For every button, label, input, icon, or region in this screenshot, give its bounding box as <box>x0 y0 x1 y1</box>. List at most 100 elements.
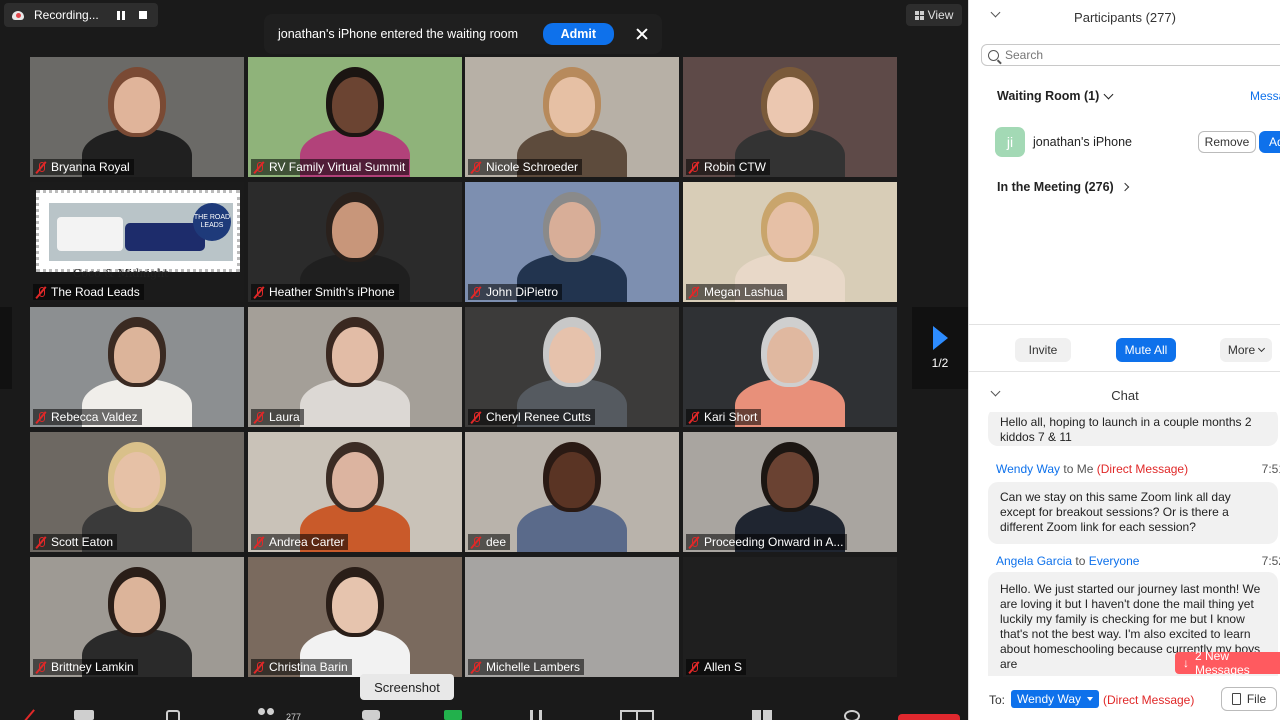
stop-recording-button[interactable] <box>134 7 152 23</box>
video-tile[interactable]: Laura <box>248 307 462 427</box>
video-tile[interactable]: John DiPietro <box>465 182 679 302</box>
share-screen-icon[interactable] <box>444 710 462 720</box>
participant-name-tag: Heather Smith's iPhone <box>251 284 399 300</box>
participants-count: 277 <box>286 712 302 720</box>
participant-name-tag: Robin CTW <box>686 159 771 175</box>
more-button[interactable]: More <box>1220 338 1272 362</box>
video-tile[interactable]: Rebecca Valdez <box>30 307 244 427</box>
participant-face <box>549 202 595 258</box>
participant-name: Proceeding Onward in A... <box>704 535 844 549</box>
participant-name-tag: Cheryl Renee Cutts <box>468 409 595 425</box>
video-tile[interactable]: Megan Lashua <box>683 182 897 302</box>
chat-icon[interactable] <box>362 710 380 720</box>
breakout-rooms-icon[interactable] <box>752 710 772 720</box>
video-tile[interactable]: Andrea Carter <box>248 432 462 552</box>
participant-face <box>549 452 595 508</box>
muted-mic-icon <box>470 661 482 674</box>
recording-label: Recording... <box>34 8 99 22</box>
recipient-select[interactable]: Wendy Way <box>1011 690 1099 708</box>
admit-participant-button[interactable]: Admit <box>1259 131 1280 153</box>
reactions-icon[interactable] <box>844 710 860 720</box>
invite-button[interactable]: Invite <box>1015 338 1071 362</box>
video-camera-icon[interactable] <box>74 710 94 720</box>
participant-name-tag: Megan Lashua <box>686 284 788 300</box>
view-button[interactable]: View <box>906 4 962 26</box>
participant-face <box>767 77 813 133</box>
participant-name-tag: Scott Eaton <box>33 534 118 550</box>
new-messages-button[interactable]: ↓ 2 New Messages <box>1175 649 1280 676</box>
message-header: Wendy Way to Me (Direct Message) 7:51 <box>996 462 1280 476</box>
participant-name-tag: Laura <box>251 409 304 425</box>
in-meeting-label: In the Meeting (276) <box>997 180 1114 194</box>
video-tile[interactable]: Michelle Lambers <box>465 557 679 677</box>
chat-messages[interactable]: Hello all, hoping to launch in a couple … <box>969 412 1280 676</box>
stamp-caption: Coco & Midnight <box>73 267 169 280</box>
video-tile[interactable]: Proceeding Onward in A... <box>683 432 897 552</box>
muted-mic-icon <box>688 161 700 174</box>
file-button[interactable]: File <box>1221 687 1277 711</box>
chat-message: Hello all, hoping to launch in a couple … <box>988 412 1278 446</box>
video-tile[interactable]: THE ROAD LEADS Coco & Midnight The Road Le… <box>30 182 244 302</box>
muted-mic-icon <box>688 286 700 299</box>
participant-name-tag: The Road Leads <box>33 284 144 300</box>
video-tile[interactable]: Cheryl Renee Cutts <box>465 307 679 427</box>
participant-name-tag: Brittney Lamkin <box>33 659 138 675</box>
message-waiting-room-link[interactable]: Message <box>1250 89 1280 103</box>
participant-name-tag: dee <box>468 534 511 550</box>
polls-icon[interactable] <box>530 710 542 720</box>
message-header: Angela Garcia to Everyone 7:52 <box>996 554 1280 568</box>
screenshot-tooltip: Screenshot <box>360 674 454 700</box>
badge-logo: THE ROAD LEADS <box>193 203 231 241</box>
direct-message-tag: (Direct Message) <box>1096 462 1189 476</box>
participant-face <box>114 452 160 508</box>
previous-page-tab[interactable] <box>0 307 12 389</box>
participant-search[interactable] <box>981 44 1280 66</box>
pause-recording-button[interactable] <box>112 7 130 23</box>
muted-mic-icon <box>253 661 265 674</box>
video-tile[interactable]: Scott Eaton <box>30 432 244 552</box>
sender-name[interactable]: Angela Garcia <box>996 554 1072 568</box>
participant-name: Nicole Schroeder <box>486 160 579 174</box>
video-tile[interactable]: Robin CTW <box>683 57 897 177</box>
mute-all-button[interactable]: Mute All <box>1116 338 1176 362</box>
sender-name[interactable]: Wendy Way <box>996 462 1060 476</box>
participant-face <box>114 327 160 383</box>
chat-title: Chat <box>1111 388 1139 403</box>
participant-face <box>549 327 595 383</box>
video-tile[interactable]: Brittney Lamkin <box>30 557 244 677</box>
record-icon[interactable] <box>620 710 654 720</box>
participants-icon[interactable] <box>254 708 278 720</box>
participants-title: Participants (277) <box>1074 9 1176 25</box>
chat-compose: To: Wendy Way (Direct Message) File <box>969 684 1280 714</box>
muted-mic-icon <box>35 161 47 174</box>
stop-icon <box>139 11 147 19</box>
dropdown-caret-icon <box>1087 697 1094 701</box>
cloud-record-icon <box>10 8 28 22</box>
remove-button[interactable]: Remove <box>1198 131 1256 153</box>
security-icon[interactable] <box>166 710 180 720</box>
video-gallery: Recording... jonathan's iPhone entered t… <box>0 0 968 720</box>
waiting-room-toggle[interactable]: Waiting Room (1) <box>997 89 1114 103</box>
admit-button[interactable]: Admit <box>542 23 614 45</box>
video-tile[interactable]: Christina Barin <box>248 557 462 677</box>
avatar: ji <box>995 127 1025 157</box>
video-tile[interactable]: Kari Short <box>683 307 897 427</box>
muted-mic-icon <box>253 411 265 424</box>
video-tile[interactable]: Allen S <box>683 557 897 677</box>
video-tile[interactable]: RV Family Virtual Summit <box>248 57 462 177</box>
search-input[interactable] <box>1005 48 1255 62</box>
video-tile[interactable]: Nicole Schroeder <box>465 57 679 177</box>
close-icon[interactable] <box>636 28 648 40</box>
muted-mic-icon <box>470 161 482 174</box>
participant-face <box>767 202 813 258</box>
video-tile[interactable]: Bryanna Royal <box>30 57 244 177</box>
end-meeting-button[interactable] <box>898 714 960 720</box>
next-page-button[interactable]: 1/2 <box>912 307 968 389</box>
participant-name: Andrea Carter <box>269 535 345 549</box>
participant-name: John DiPietro <box>486 285 559 299</box>
mute-button[interactable] <box>22 710 38 720</box>
video-tile[interactable]: dee <box>465 432 679 552</box>
in-meeting-toggle[interactable]: In the Meeting (276) <box>997 180 1129 194</box>
video-tile[interactable]: Heather Smith's iPhone <box>248 182 462 302</box>
arrow-right-icon <box>932 326 948 350</box>
